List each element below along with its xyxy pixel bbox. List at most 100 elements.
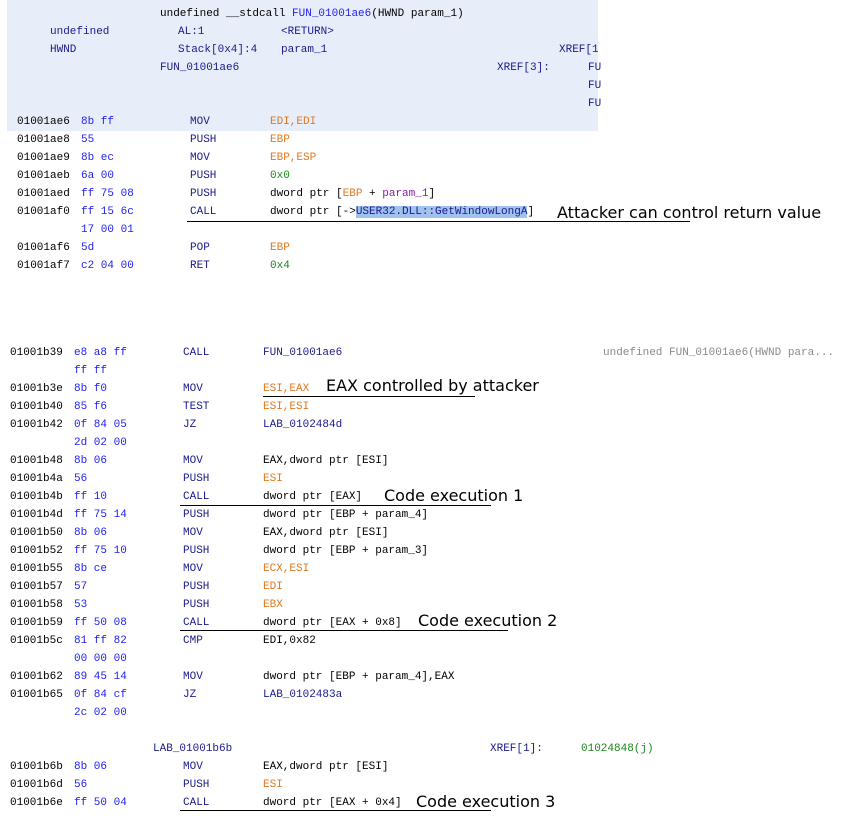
operand-selected-import[interactable]: USER32.DLL::GetWindowLongA (355, 206, 528, 218)
listing-operands[interactable]: EDI (263, 580, 283, 594)
listing-operands[interactable]: ESI,ESI (263, 400, 309, 414)
listing-address[interactable]: 01001ae6 (17, 115, 70, 129)
listing-mnemonic[interactable]: MOV (190, 151, 210, 165)
listing-mnemonic[interactable]: PUSH (183, 598, 209, 612)
listing-address[interactable]: 01001b6b (10, 760, 63, 774)
listing-mnemonic[interactable]: CALL (183, 490, 209, 504)
listing-operands[interactable]: EBP (270, 133, 290, 147)
listing-address[interactable]: 01001b58 (10, 598, 63, 612)
listing-address[interactable]: 01001b4a (10, 472, 63, 486)
listing-operands[interactable]: LAB_0102483a (263, 688, 342, 702)
listing-bytes: 85 f6 (74, 401, 108, 413)
listing-mnemonic[interactable]: TEST (183, 400, 209, 414)
listing-operands[interactable]: EAX,dword ptr [ESI] (263, 760, 388, 774)
listing-mnemonic[interactable]: MOV (183, 382, 203, 396)
listing-operands[interactable]: EDI,EDI (270, 115, 316, 129)
listing-mnemonic[interactable]: MOV (183, 760, 203, 774)
listing-mnemonic[interactable]: PUSH (183, 778, 209, 792)
xref-entry[interactable]: FU (588, 79, 601, 93)
listing-operands[interactable]: dword ptr [->USER32.DLL::GetWindowLongA] (270, 205, 534, 219)
listing-mnemonic[interactable]: MOV (183, 454, 203, 468)
listing-operands[interactable]: dword ptr [EAX] (263, 490, 362, 504)
listing-address[interactable]: 01001b62 (10, 670, 63, 684)
listing-mnemonic[interactable]: JZ (183, 418, 196, 432)
listing-operands[interactable]: 0x4 (270, 259, 290, 273)
listing-mnemonic[interactable]: MOV (183, 670, 203, 684)
listing-operands[interactable]: dword ptr [EBP + param_1] (270, 187, 435, 201)
listing-operands[interactable]: 0x0 (270, 169, 290, 183)
listing-address[interactable]: 01001b3e (10, 382, 63, 396)
listing-operands[interactable]: ESI (263, 472, 283, 486)
listing-mnemonic[interactable]: PUSH (190, 133, 216, 147)
listing-operands[interactable]: FUN_01001ae6 (263, 346, 342, 360)
listing-operands[interactable]: dword ptr [EBP + param_4],EAX (263, 670, 454, 684)
listing-address[interactable]: 01001aeb (17, 169, 70, 183)
listing-mnemonic[interactable]: POP (190, 241, 210, 255)
listing-mnemonic[interactable]: MOV (183, 526, 203, 540)
listing-mnemonic[interactable]: JZ (183, 688, 196, 702)
listing-mnemonic[interactable]: MOV (190, 115, 210, 129)
listing-operands[interactable]: EBP,ESP (270, 151, 316, 165)
listing-operands[interactable]: dword ptr [EBP + param_4] (263, 508, 428, 522)
listing-bytes: 53 (74, 599, 88, 611)
listing-mnemonic[interactable]: CALL (183, 346, 209, 360)
listing-operands[interactable]: EAX,dword ptr [ESI] (263, 454, 388, 468)
listing-operands[interactable]: ESI (263, 778, 283, 792)
function-label[interactable]: FUN_01001ae6 (160, 61, 239, 75)
listing-mnemonic[interactable]: RET (190, 259, 210, 273)
listing-mnemonic[interactable]: MOV (183, 562, 203, 576)
listing-operands[interactable]: ECX,ESI (263, 562, 309, 576)
listing-operands[interactable]: EBP (270, 241, 290, 255)
listing-address[interactable]: 01001b52 (10, 544, 63, 558)
listing-operands[interactable]: dword ptr [EAX + 0x8] (263, 616, 402, 630)
listing-address[interactable]: 01001b57 (10, 580, 63, 594)
listing-address[interactable]: 01001b65 (10, 688, 63, 702)
listing-address[interactable]: 01001b5c (10, 634, 63, 648)
listing-mnemonic[interactable]: PUSH (183, 544, 209, 558)
listing-operands[interactable]: ESI,EAX (263, 382, 309, 396)
listing-address[interactable]: 01001b40 (10, 400, 63, 414)
listing-operands[interactable]: EAX,dword ptr [ESI] (263, 526, 388, 540)
listing-address[interactable]: 01001b4b (10, 490, 63, 504)
listing-address[interactable]: 01001b50 (10, 526, 63, 540)
listing-mnemonic[interactable]: CMP (183, 634, 203, 648)
listing-operands[interactable]: EBX (263, 598, 283, 612)
listing-operands[interactable]: dword ptr [EBP + param_3] (263, 544, 428, 558)
listing-address[interactable]: 01001ae9 (17, 151, 70, 165)
listing-address[interactable]: 01001ae8 (17, 133, 70, 147)
listing-mnemonic[interactable]: PUSH (190, 169, 216, 183)
listing-mnemonic[interactable]: PUSH (190, 187, 216, 201)
signature-function-name[interactable]: FUN_01001ae6 (292, 8, 371, 20)
listing-address[interactable]: 01001b6e (10, 796, 63, 810)
listing-address[interactable]: 01001b48 (10, 454, 63, 468)
listing-address[interactable]: 01001af0 (17, 205, 70, 219)
listing-mnemonic[interactable]: PUSH (183, 508, 209, 522)
listing-address[interactable]: 01001b39 (10, 346, 63, 360)
listing-bytes: 6a 00 (81, 170, 115, 182)
listing-operands[interactable]: LAB_0102484d (263, 418, 342, 432)
listing-address[interactable]: 01001b42 (10, 418, 63, 432)
code-label[interactable]: LAB_01001b6b (153, 742, 232, 756)
listing-mnemonic[interactable]: PUSH (183, 472, 209, 486)
listing-address[interactable]: 01001b6d (10, 778, 63, 792)
listing-address[interactable]: 01001b4d (10, 508, 63, 522)
label-xref-target[interactable]: 01024848(j) (581, 742, 654, 756)
listing-operands[interactable]: dword ptr [EAX + 0x4] (263, 796, 402, 810)
listing-mnemonic[interactable]: CALL (183, 796, 209, 810)
return-storage: AL:1 (178, 26, 205, 38)
listing-address[interactable]: 01001b55 (10, 562, 63, 576)
param1-xref[interactable]: XREF[1 (559, 43, 598, 57)
listing-mnemonic[interactable]: PUSH (183, 580, 209, 594)
listing-bytes: ff 75 10 (74, 545, 127, 557)
listing-address[interactable]: 01001af7 (17, 259, 70, 273)
xref-entry[interactable]: FU (588, 61, 601, 75)
listing-mnemonic[interactable]: CALL (183, 616, 209, 630)
listing-operands[interactable]: EDI,0x82 (263, 634, 316, 648)
listing-address[interactable]: 01001aed (17, 187, 70, 201)
listing-address[interactable]: 01001b59 (10, 616, 63, 630)
listing-mnemonic[interactable]: CALL (190, 205, 216, 219)
function-signature[interactable]: undefined __stdcall FUN_01001ae6(HWND pa… (160, 7, 464, 21)
xref-entry[interactable]: FU (588, 97, 601, 111)
listing-address[interactable]: 01001af6 (17, 241, 70, 255)
listing-bytes: ff 50 04 (74, 797, 127, 809)
